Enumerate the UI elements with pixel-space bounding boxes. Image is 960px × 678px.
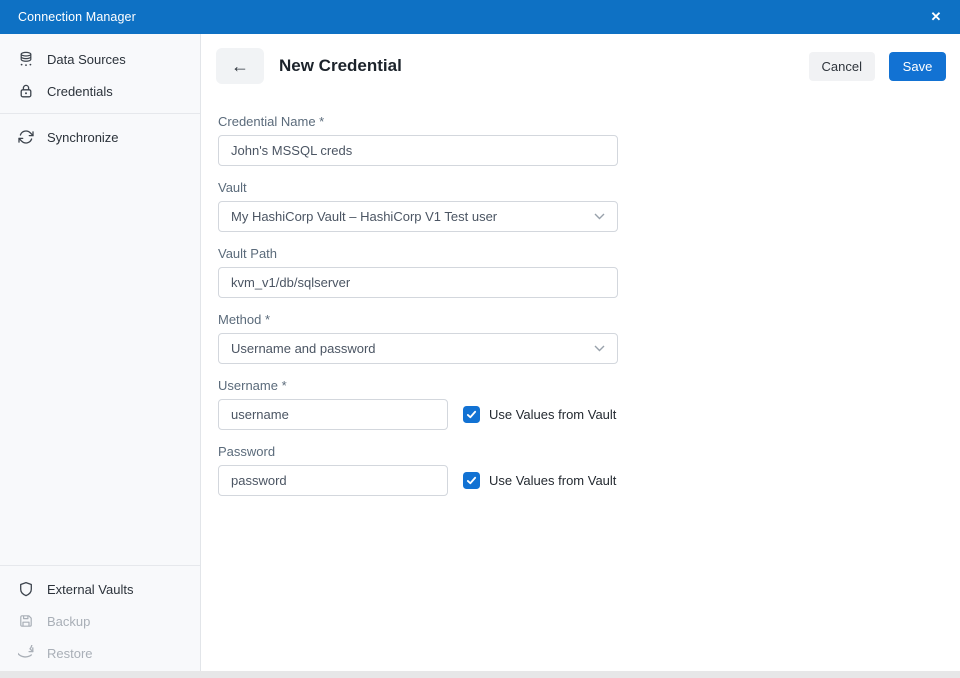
vault-path-field: Vault Path [218,246,946,298]
credential-name-field: Credential Name * [218,114,946,166]
password-label: Password [218,444,946,459]
lock-icon [18,83,34,99]
save-disk-icon [18,613,34,629]
username-use-vault-checkbox[interactable]: Use Values from Vault [463,406,616,423]
password-input[interactable] [218,465,448,496]
password-use-vault-checkbox[interactable]: Use Values from Vault [463,472,616,489]
password-field: Password Use Values from Vault [218,444,946,496]
sidebar-item-label: Data Sources [47,52,126,67]
username-label: Username * [218,378,946,393]
vault-label: Vault [218,180,946,195]
chevron-down-icon [594,345,605,352]
window-bottom-edge [0,671,960,678]
vault-select-value: My HashiCorp Vault – HashiCorp V1 Test u… [231,209,497,224]
database-icon [18,51,34,67]
sidebar-item-external-vaults[interactable]: External Vaults [0,573,200,605]
sidebar-item-label: External Vaults [47,582,133,597]
vault-path-input[interactable] [218,267,618,298]
checkbox-checked-icon [463,472,480,489]
chevron-down-icon [594,213,605,220]
back-button[interactable]: ← [216,48,264,84]
sidebar: Data Sources Credentials [0,34,201,671]
sidebar-item-label: Restore [47,646,93,661]
method-field: Method * Username and password [218,312,946,364]
new-credential-form: Credential Name * Vault My HashiCorp Vau… [218,114,946,496]
window-title: Connection Manager [18,10,136,24]
sidebar-item-backup: Backup [0,605,200,637]
sidebar-item-label: Credentials [47,84,113,99]
checkbox-checked-icon [463,406,480,423]
sidebar-item-credentials[interactable]: Credentials [0,75,200,107]
use-values-from-vault-label: Use Values from Vault [489,407,616,422]
vault-field: Vault My HashiCorp Vault – HashiCorp V1 … [218,180,946,232]
close-icon: ✕ [931,9,942,25]
page-title: New Credential [279,56,402,76]
use-values-from-vault-label: Use Values from Vault [489,473,616,488]
sidebar-divider [0,113,200,114]
sidebar-item-label: Backup [47,614,90,629]
shield-icon [18,581,34,597]
sidebar-item-restore: Restore [0,637,200,669]
credential-name-label: Credential Name * [218,114,946,129]
close-button[interactable]: ✕ [912,0,960,34]
method-select-value: Username and password [231,341,376,356]
cancel-button[interactable]: Cancel [809,52,875,81]
method-select[interactable]: Username and password [218,333,618,364]
sync-icon [18,129,34,145]
sidebar-item-synchronize[interactable]: Synchronize [0,121,200,153]
sidebar-spacer [0,153,200,559]
sidebar-item-data-sources[interactable]: Data Sources [0,43,200,75]
username-field: Username * Use Values from Vault [218,378,946,430]
sidebar-item-label: Synchronize [47,130,119,145]
main-content: ← New Credential Cancel Save Credential … [201,34,960,671]
header-actions: Cancel Save [809,52,946,81]
save-button[interactable]: Save [889,52,946,81]
page-header: ← New Credential Cancel Save [216,48,946,84]
titlebar: Connection Manager ✕ [0,0,960,34]
back-arrow-icon: ← [231,56,249,76]
method-label: Method * [218,312,946,327]
vault-select[interactable]: My HashiCorp Vault – HashiCorp V1 Test u… [218,201,618,232]
vault-path-label: Vault Path [218,246,946,261]
sidebar-divider [0,565,200,566]
restore-icon [18,645,34,661]
credential-name-input[interactable] [218,135,618,166]
connection-manager-window: Connection Manager ✕ Data Source [0,0,960,678]
username-input[interactable] [218,399,448,430]
